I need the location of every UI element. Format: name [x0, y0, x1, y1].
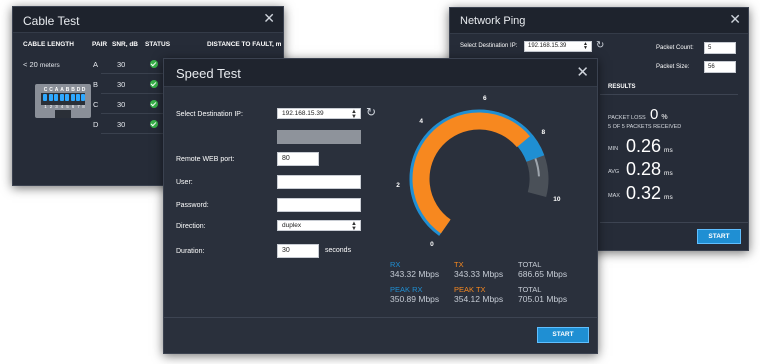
- snr-b: 30: [117, 80, 126, 89]
- pin-label: C: [43, 87, 48, 93]
- close-icon[interactable]: ✕: [263, 12, 275, 26]
- tx-value: 343.33 Mbps: [454, 269, 504, 279]
- speed-dest-label: Select Destination IP:: [176, 111, 243, 118]
- pin-number: 6: [71, 104, 75, 109]
- remote-web-port-label: Remote WEB port:: [176, 156, 235, 163]
- close-icon[interactable]: ✕: [729, 13, 741, 27]
- pin-label: A: [60, 87, 64, 93]
- refresh-icon[interactable]: ↻: [366, 105, 376, 119]
- pin-label: B: [65, 87, 70, 93]
- snr-c: 30: [117, 100, 126, 109]
- rx-value: 343.32 Mbps: [390, 269, 440, 279]
- packet-count-input[interactable]: 5: [704, 42, 736, 54]
- avg-label: AVG: [608, 169, 620, 175]
- packet-loss-value: 0%: [650, 106, 668, 123]
- pair-b: B: [93, 80, 99, 89]
- snr-a: 30: [117, 60, 126, 69]
- check-icon: [150, 60, 158, 68]
- min-label: MIN: [608, 146, 619, 152]
- speed-test-title: Speed Test: [176, 66, 241, 81]
- user-label: User:: [176, 179, 193, 186]
- rj45-port-diagram: C C A A B B D D 1 2 3 4 5 6 7 8: [35, 84, 91, 118]
- header-pair: PAIR: [92, 41, 108, 48]
- gauge-tick-8: 8: [541, 129, 546, 137]
- pair-d: D: [93, 120, 99, 129]
- pair-c: C: [93, 100, 99, 109]
- pin-number: 5: [66, 104, 69, 109]
- speed-start-button[interactable]: START: [537, 327, 589, 343]
- peak-tx-label: PEAK TX: [454, 285, 486, 294]
- cable-length-value: < 20 meters: [23, 60, 60, 69]
- speed-test-window: Speed Test ✕ Select Destination IP: 192.…: [163, 58, 598, 354]
- peak-total-value: 705.01 Mbps: [518, 294, 568, 304]
- header-cable-length: CABLE LENGTH: [23, 41, 74, 48]
- pin-number: 3: [55, 104, 58, 109]
- password-label: Password:: [176, 202, 209, 209]
- cable-test-titlebar: Cable Test: [13, 7, 283, 33]
- pin-number: 8: [82, 104, 85, 109]
- peak-rx-value: 350.89 Mbps: [390, 294, 440, 304]
- packet-loss-label: PACKET LOSS: [608, 115, 646, 121]
- speed-gauge: [409, 109, 549, 236]
- header-status: STATUS: [145, 41, 171, 48]
- refresh-icon[interactable]: ↻: [596, 40, 604, 51]
- password-input[interactable]: [277, 198, 361, 212]
- min-value: 0.26 ms: [626, 136, 673, 156]
- pair-a: A: [93, 60, 99, 69]
- duration-label: Duration:: [176, 248, 205, 255]
- ping-dest-select[interactable]: 192.168.15.39 ▲ ▼: [524, 41, 592, 52]
- rx-label: RX: [390, 260, 401, 269]
- ping-start-button[interactable]: START: [697, 229, 741, 244]
- duration-unit: seconds: [325, 247, 352, 254]
- gauge-tick-2: 2: [396, 181, 400, 189]
- direction-label: Direction:: [176, 223, 206, 230]
- total-value: 686.65 Mbps: [518, 269, 568, 279]
- speed-test-titlebar: Speed Test: [164, 59, 597, 87]
- header-distance-to-fault: DISTANCE TO FAULT, m: [207, 41, 282, 48]
- check-icon: [150, 80, 158, 88]
- avg-value: 0.28 ms: [626, 159, 673, 179]
- tx-label: TX: [454, 260, 464, 269]
- pin-label: B: [71, 87, 75, 93]
- close-icon[interactable]: ✕: [576, 65, 589, 80]
- packet-size-input[interactable]: 56: [704, 61, 736, 73]
- check-icon: [150, 120, 158, 128]
- packet-size-label: Packet Size:: [656, 64, 690, 70]
- blank-field: [277, 130, 361, 144]
- max-value: 0.32 ms: [626, 183, 673, 203]
- total-label: TOTAL: [518, 260, 542, 269]
- tx-arc: [412, 112, 530, 234]
- speed-dest-select[interactable]: 192.168.15.39 ▲ ▼: [277, 108, 361, 120]
- snr-d: 30: [117, 120, 126, 129]
- gauge-tick-10: 10: [553, 195, 561, 203]
- peak-tx-value: 354.12 Mbps: [454, 294, 504, 304]
- pin-number: 1: [44, 104, 47, 109]
- network-ping-title: Network Ping: [460, 15, 526, 27]
- pin-number: 2: [49, 104, 53, 109]
- peak-rx-label: PEAK RX: [390, 285, 423, 294]
- gauge-tick-0: 0: [430, 240, 434, 248]
- network-ping-titlebar: Network Ping: [450, 8, 748, 34]
- header-snr: SNR, dB: [112, 41, 138, 48]
- results-label: RESULTS: [608, 84, 636, 90]
- remote-web-port-input[interactable]: 80: [277, 152, 319, 166]
- ping-dest-label: Select Destination IP:: [460, 43, 518, 49]
- pin-label: C: [49, 87, 53, 93]
- duration-input[interactable]: 30: [277, 244, 319, 258]
- peak-total-label: TOTAL: [518, 285, 542, 294]
- gauge-tick-4: 4: [419, 118, 424, 126]
- gauge-tick-6: 6: [482, 95, 487, 103]
- packet-count-label: Packet Count:: [656, 45, 694, 51]
- pin-number: 4: [60, 104, 64, 109]
- pin-label: A: [54, 87, 59, 93]
- packets-received: 5 OF 5 PACKETS RECEIVED: [608, 124, 682, 130]
- user-input[interactable]: [277, 175, 361, 189]
- check-icon: [150, 100, 158, 108]
- max-label: MAX: [608, 193, 620, 199]
- direction-select[interactable]: duplex ▲ ▼: [277, 220, 361, 232]
- pin-label: D: [81, 87, 86, 93]
- cable-test-title: Cable Test: [23, 14, 80, 28]
